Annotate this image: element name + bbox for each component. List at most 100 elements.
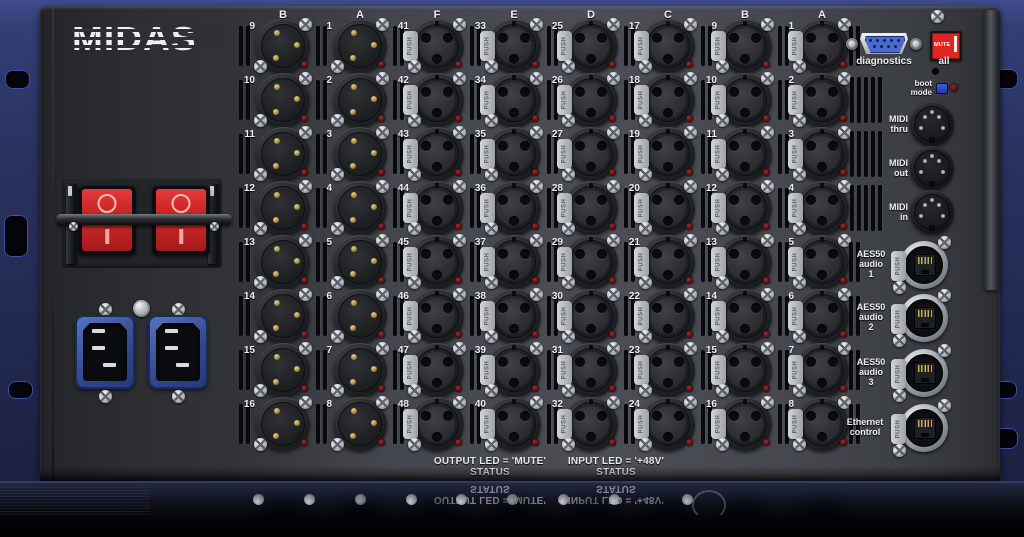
push-latch[interactable]: PUSH	[891, 251, 906, 281]
vent-slot	[547, 296, 551, 336]
vent-slot	[246, 134, 250, 174]
xlr-keyway	[820, 21, 824, 26]
xlr-socket-hole	[806, 33, 816, 43]
push-latch[interactable]: PUSH	[788, 193, 803, 223]
xlr-socket-hole	[817, 108, 827, 118]
push-latch[interactable]: PUSH	[557, 247, 572, 277]
push-latch[interactable]: PUSH	[403, 247, 418, 277]
push-latch[interactable]: PUSH	[891, 304, 906, 334]
xlr-socket-hole	[432, 378, 442, 388]
panel-screw	[485, 114, 498, 127]
push-latch[interactable]: PUSH	[634, 301, 649, 331]
push-latch[interactable]: PUSH	[788, 247, 803, 277]
push-latch[interactable]: PUSH	[403, 409, 418, 439]
push-latch[interactable]: PUSH	[711, 31, 726, 61]
logo-stripe	[72, 37, 222, 40]
push-latch[interactable]: PUSH	[480, 355, 495, 385]
push-latch[interactable]: PUSH	[634, 85, 649, 115]
xlr-socket-hole	[432, 432, 442, 442]
dsub-pin-hole	[869, 39, 872, 42]
push-latch[interactable]: PUSH	[891, 414, 906, 444]
push-latch[interactable]: PUSH	[711, 409, 726, 439]
push-latch[interactable]: PUSH	[788, 355, 803, 385]
push-latch[interactable]: PUSH	[480, 31, 495, 61]
xlr-keyway	[435, 183, 439, 188]
xlr-socket-hole	[520, 33, 530, 43]
xlr-socket-hole	[586, 54, 596, 64]
vent-slot	[246, 404, 250, 444]
push-latch-label: PUSH	[639, 307, 645, 326]
push-latch[interactable]: PUSH	[711, 85, 726, 115]
panel-screw	[331, 438, 344, 451]
panel-screw	[331, 222, 344, 235]
push-latch[interactable]: PUSH	[634, 193, 649, 223]
panel-screw	[716, 168, 729, 181]
push-latch[interactable]: PUSH	[788, 301, 803, 331]
push-latch[interactable]: PUSH	[788, 139, 803, 169]
vent-slot	[547, 350, 551, 390]
push-latch[interactable]: PUSH	[634, 355, 649, 385]
push-latch[interactable]: PUSH	[480, 193, 495, 223]
push-latch[interactable]: PUSH	[634, 31, 649, 61]
midi-din-port-in[interactable]	[910, 190, 954, 234]
push-latch[interactable]: PUSH	[711, 193, 726, 223]
push-latch[interactable]: PUSH	[557, 355, 572, 385]
push-latch[interactable]: PUSH	[480, 301, 495, 331]
xlr-socket-hole	[652, 141, 662, 151]
xlr-pin	[350, 271, 356, 277]
panel-screw	[331, 330, 344, 343]
push-latch[interactable]: PUSH	[557, 193, 572, 223]
push-latch[interactable]: PUSH	[711, 139, 726, 169]
push-latch[interactable]: PUSH	[711, 301, 726, 331]
xlr-pin	[294, 204, 300, 210]
push-latch[interactable]: PUSH	[711, 355, 726, 385]
xlr-socket-hole	[729, 249, 739, 259]
xlr-socket-hole	[817, 162, 827, 172]
diagnostics-label: diagnostics	[849, 57, 919, 67]
xlr-keyway	[512, 75, 516, 80]
phantom-status-led	[763, 439, 770, 446]
push-latch[interactable]: PUSH	[480, 247, 495, 277]
push-latch-label: PUSH	[793, 145, 799, 164]
push-latch[interactable]: PUSH	[557, 301, 572, 331]
phantom-status-led	[609, 385, 616, 392]
push-latch[interactable]: PUSH	[557, 139, 572, 169]
push-latch-label: PUSH	[639, 37, 645, 56]
push-latch[interactable]: PUSH	[557, 85, 572, 115]
push-latch[interactable]: PUSH	[480, 139, 495, 169]
push-latch[interactable]: PUSH	[557, 409, 572, 439]
push-latch[interactable]: PUSH	[557, 31, 572, 61]
mains-inlet-2[interactable]	[148, 315, 208, 389]
push-latch[interactable]: PUSH	[788, 31, 803, 61]
phantom-status-led	[840, 331, 847, 338]
midi-din-port-thru[interactable]	[910, 102, 954, 146]
push-latch[interactable]: PUSH	[891, 359, 906, 389]
push-latch[interactable]: PUSH	[403, 31, 418, 61]
push-latch[interactable]: PUSH	[788, 85, 803, 115]
vent-slot	[239, 26, 243, 66]
vent-slot	[323, 350, 327, 390]
push-latch-label: PUSH	[562, 415, 568, 434]
panel-screw	[639, 60, 652, 73]
xlr-socket-hole	[751, 411, 761, 421]
push-latch[interactable]: PUSH	[403, 85, 418, 115]
mains-inlet-1[interactable]	[75, 315, 135, 389]
push-latch[interactable]: PUSH	[480, 409, 495, 439]
mute-status-led	[301, 439, 308, 446]
push-latch[interactable]: PUSH	[403, 355, 418, 385]
push-latch[interactable]: PUSH	[403, 139, 418, 169]
push-latch[interactable]: PUSH	[403, 301, 418, 331]
midi-din-port-out[interactable]	[910, 146, 954, 190]
xlr-keyway	[589, 183, 593, 188]
push-latch[interactable]: PUSH	[634, 409, 649, 439]
push-latch[interactable]: PUSH	[711, 247, 726, 277]
rj45-tab	[921, 323, 929, 327]
push-latch[interactable]: PUSH	[403, 193, 418, 223]
reflection-grain	[0, 487, 150, 517]
push-latch[interactable]: PUSH	[634, 247, 649, 277]
push-latch[interactable]: PUSH	[480, 85, 495, 115]
push-latch[interactable]: PUSH	[634, 139, 649, 169]
boot-mode-button[interactable]	[936, 83, 948, 94]
push-latch[interactable]: PUSH	[788, 409, 803, 439]
xlr-socket-hole	[751, 357, 761, 367]
